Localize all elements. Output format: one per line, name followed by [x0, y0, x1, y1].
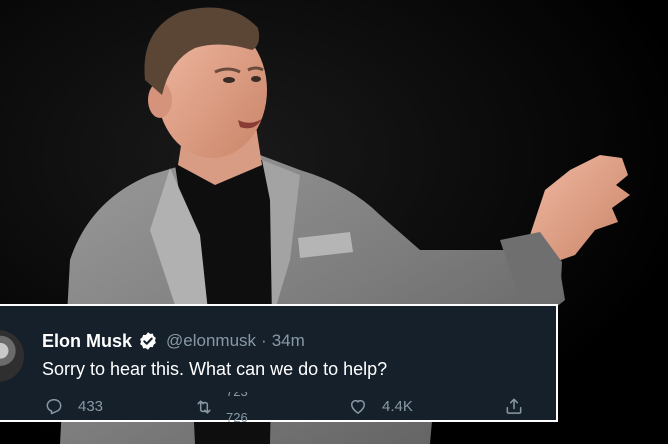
author-name[interactable]: Elon Musk: [42, 331, 132, 352]
reply-count: 433: [78, 397, 104, 415]
tweet-text: Sorry to hear this. What can we do to he…: [42, 359, 388, 379]
verified-badge-icon: [138, 331, 158, 351]
heart-icon: [348, 396, 368, 416]
separator-dot: ·: [261, 331, 267, 350]
like-count: 4.4K: [382, 397, 413, 415]
retweet-count-old: 723: [226, 392, 248, 399]
retweet-count-new: 726: [226, 410, 248, 422]
like-button[interactable]: 4.4K: [348, 396, 413, 416]
author-handle[interactable]: @elonmusk: [166, 331, 256, 351]
tweet-actions: 433 723 726 4.4K: [0, 392, 560, 422]
reply-button[interactable]: 433: [44, 396, 103, 416]
retweet-count-ticker: 723 726: [226, 392, 262, 422]
retweet-icon: [194, 397, 214, 417]
retweet-button[interactable]: 723 726: [194, 392, 262, 422]
share-button[interactable]: [504, 396, 524, 416]
reply-icon: [44, 396, 64, 416]
tweet-card: Elon Musk @elonmusk · 34m Sorry to hear …: [0, 304, 558, 422]
tweet-header: Elon Musk @elonmusk · 34m: [42, 330, 305, 352]
tweet-timestamp[interactable]: 34m: [272, 331, 305, 351]
meme-image: Elon Musk @elonmusk · 34m Sorry to hear …: [0, 0, 668, 444]
share-icon: [504, 396, 524, 416]
avatar[interactable]: [0, 330, 24, 382]
